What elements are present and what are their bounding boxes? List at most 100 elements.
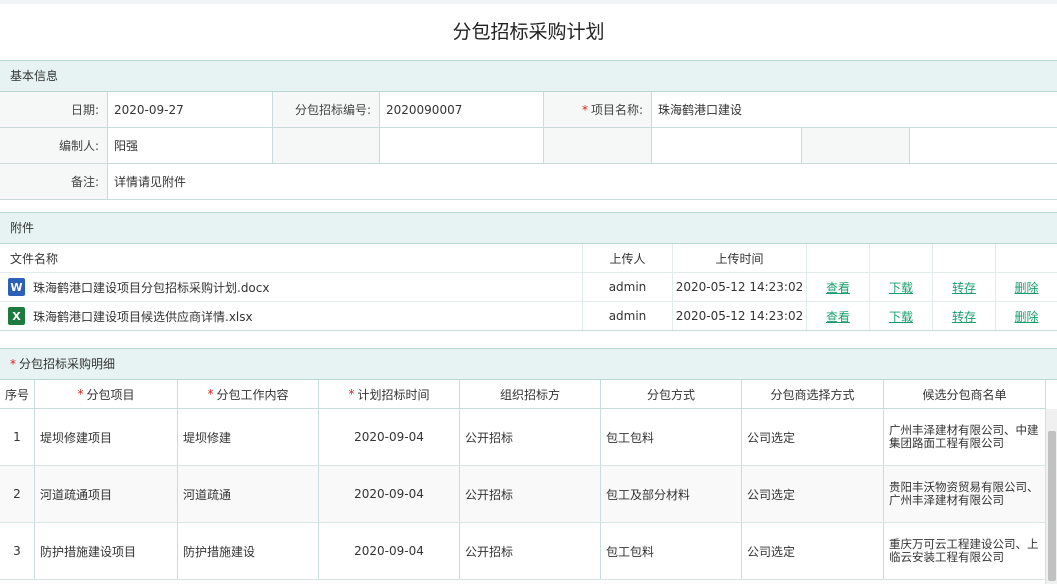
- column-organizer: 组织招标方: [460, 380, 601, 408]
- row-method: 包工及部分材料: [601, 466, 742, 522]
- view-link[interactable]: 查看: [826, 279, 850, 296]
- row-method: 包工包料: [601, 523, 742, 579]
- bid-code-label: 分包招标编号:: [273, 92, 380, 127]
- excel-file-icon: X: [8, 307, 25, 325]
- transfer-link[interactable]: 转存: [952, 279, 976, 296]
- view-cell: 查看: [807, 302, 870, 330]
- word-file-icon: W: [8, 278, 25, 296]
- column-item: * 分包项目: [35, 380, 178, 408]
- column-upload-time: 上传时间: [673, 244, 807, 272]
- view-link[interactable]: 查看: [826, 308, 850, 325]
- attachment-row: W 珠海鹤港口建设项目分包招标采购计划.docx admin 2020-05-1…: [0, 273, 1057, 302]
- row-item: 防护措施建设项目: [35, 523, 178, 579]
- remark-value: 详情请见附件: [108, 164, 1057, 199]
- row-plan-time: 2020-09-04: [319, 523, 460, 579]
- empty-cell: [652, 128, 802, 163]
- table-row: 1 堤坝修建项目 堤坝修建 2020-09-04 公开招标 包工包料 公司选定 …: [0, 409, 1045, 466]
- row-content: 堤坝修建: [178, 409, 319, 465]
- transfer-cell: 转存: [933, 302, 996, 330]
- transfer-cell: 转存: [933, 273, 996, 301]
- page-title: 分包招标采购计划: [452, 21, 605, 43]
- empty-cell: [802, 128, 910, 163]
- empty-cell: [996, 244, 1057, 272]
- page: 分包招标采购计划 基本信息 日期: 2020-09-27 分包招标编号: 202…: [0, 4, 1057, 584]
- column-file-name: 文件名称: [0, 244, 583, 272]
- delete-link[interactable]: 删除: [1014, 308, 1038, 325]
- row-content: 河道疏通: [178, 466, 319, 522]
- remark-label: 备注:: [0, 164, 108, 199]
- empty-cell: [544, 128, 652, 163]
- download-cell: 下载: [870, 273, 933, 301]
- empty-cell: [933, 244, 996, 272]
- transfer-link[interactable]: 转存: [952, 308, 976, 325]
- row-item: 河道疏通项目: [35, 466, 178, 522]
- section-header-attachments: 附件: [0, 212, 1057, 244]
- info-row-2: 编制人: 阳强: [0, 128, 1057, 164]
- editor-value: 阳强: [108, 128, 273, 163]
- delete-cell: 删除: [996, 302, 1057, 330]
- empty-cell: [273, 128, 380, 163]
- row-index: 1: [0, 409, 35, 465]
- column-candidates: 候选分包商名单: [922, 387, 1007, 402]
- row-plan-time: 2020-09-04: [319, 466, 460, 522]
- row-plan-time: 2020-09-04: [319, 409, 460, 465]
- column-index: 序号: [0, 380, 35, 408]
- file-name-cell: W 珠海鹤港口建设项目分包招标采购计划.docx: [0, 273, 583, 301]
- view-cell: 查看: [807, 273, 870, 301]
- upload-time: 2020-05-12 14:23:02: [673, 273, 807, 301]
- file-name: 珠海鹤港口建设项目候选供应商详情.xlsx: [33, 309, 253, 324]
- row-candidates: 贵阳丰沃物资贸易有限公司、广州丰泽建材有限公司: [889, 480, 1039, 507]
- info-row-3: 备注: 详情请见附件: [0, 164, 1057, 200]
- row-selection: 公司选定: [742, 523, 884, 579]
- column-selection: 分包商选择方式: [742, 380, 884, 408]
- upload-time: 2020-05-12 14:23:02: [673, 302, 807, 330]
- row-index: 3: [0, 523, 35, 579]
- required-mark: *: [10, 357, 16, 371]
- row-selection: 公司选定: [742, 409, 884, 465]
- column-plan-time: * 计划招标时间: [319, 380, 460, 408]
- row-organizer: 公开招标: [460, 523, 601, 579]
- row-organizer: 公开招标: [460, 466, 601, 522]
- row-candidates: 重庆万可云工程建设公司、上临云安装工程有限公司: [889, 537, 1039, 564]
- empty-cell: [910, 128, 1057, 163]
- row-content: 防护措施建设: [178, 523, 319, 579]
- empty-cell: [870, 244, 933, 272]
- download-cell: 下载: [870, 302, 933, 330]
- row-candidates: 广州丰泽建材有限公司、中建集团路面工程有限公司: [889, 423, 1039, 450]
- column-uploader: 上传人: [583, 244, 673, 272]
- download-link[interactable]: 下载: [889, 279, 913, 296]
- table-row: 2 河道疏通项目 河道疏通 2020-09-04 公开招标 包工及部分材料 公司…: [0, 466, 1045, 523]
- row-index: 2: [0, 466, 35, 522]
- editor-label: 编制人:: [0, 128, 108, 163]
- delete-cell: 删除: [996, 273, 1057, 301]
- row-selection: 公司选定: [742, 466, 884, 522]
- section-header-basic: 基本信息: [0, 60, 1057, 92]
- row-method: 包工包料: [601, 409, 742, 465]
- vertical-scrollbar[interactable]: [1045, 409, 1057, 584]
- file-name: 珠海鹤港口建设项目分包招标采购计划.docx: [33, 280, 270, 295]
- uploader: admin: [583, 273, 673, 301]
- date-label: 日期:: [0, 92, 108, 127]
- empty-cell: [807, 244, 870, 272]
- project-name-value: 珠海鹤港口建设: [652, 92, 1057, 127]
- delete-link[interactable]: 删除: [1014, 279, 1038, 296]
- required-mark: *: [581, 102, 588, 117]
- project-name-label: * 项目名称:: [544, 92, 652, 127]
- bid-code-value: 2020090007: [380, 92, 544, 127]
- column-content: * 分包工作内容: [178, 380, 319, 408]
- file-name-cell: X 珠海鹤港口建设项目候选供应商详情.xlsx: [0, 302, 583, 330]
- attachment-row: X 珠海鹤港口建设项目候选供应商详情.xlsx admin 2020-05-12…: [0, 302, 1057, 331]
- row-organizer: 公开招标: [460, 409, 601, 465]
- info-row-1: 日期: 2020-09-27 分包招标编号: 2020090007 * 项目名称:…: [0, 92, 1057, 128]
- scrollbar-corner: [1045, 380, 1057, 409]
- empty-cell: [380, 128, 544, 163]
- detail-table-header: 序号 * 分包项目 * 分包工作内容 * 计划招标时间 组织招标方 分包方式 分包商选…: [0, 380, 1045, 409]
- table-row: 3 防护措施建设项目 防护措施建设 2020-09-04 公开招标 包工包料 公…: [0, 523, 1045, 580]
- attachment-table-header: 文件名称 上传人 上传时间: [0, 244, 1057, 273]
- download-link[interactable]: 下载: [889, 308, 913, 325]
- scrollbar-thumb[interactable]: [1048, 431, 1056, 581]
- section-header-details: * 分包招标采购明细: [0, 348, 1057, 380]
- uploader: admin: [583, 302, 673, 330]
- row-item: 堤坝修建项目: [35, 409, 178, 465]
- column-method: 分包方式: [601, 380, 742, 408]
